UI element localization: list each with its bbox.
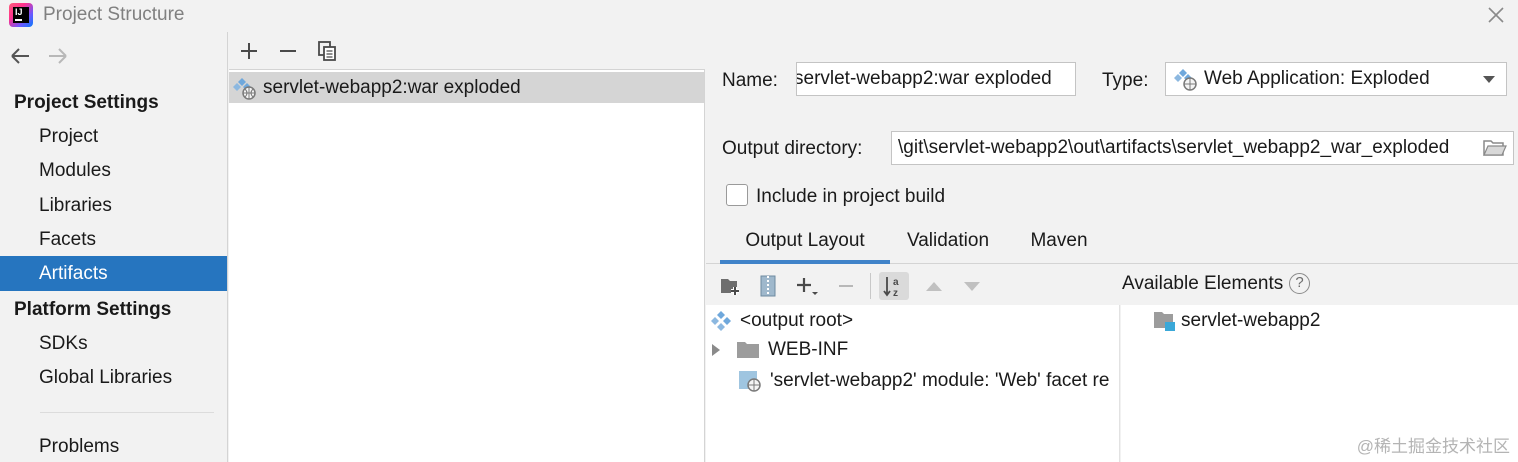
minus-icon: [839, 285, 853, 287]
arrow-up-icon: [926, 282, 942, 291]
browse-folder-icon[interactable]: [1483, 138, 1507, 158]
tree-node-web-inf[interactable]: WEB-INF: [710, 336, 848, 364]
details-tabs: Output Layout Validation Maven: [706, 224, 1518, 264]
new-folder-icon: [721, 279, 739, 295]
remove-icon[interactable]: [277, 40, 299, 62]
sidebar-item-problems[interactable]: Problems: [0, 429, 227, 462]
tab-maven[interactable]: Maven: [1016, 224, 1102, 264]
type-label: Type:: [1102, 70, 1149, 91]
copy-icon[interactable]: [316, 40, 338, 62]
archive-icon: [760, 275, 776, 297]
folder-icon: [737, 342, 759, 358]
settings-sidebar: Project Settings Project Modules Librari…: [0, 32, 228, 462]
tree-node-label: 'servlet-webapp2' module: 'Web' facet re: [770, 370, 1110, 391]
sort-elements-button[interactable]: a z: [879, 272, 909, 300]
available-module-item[interactable]: servlet-webapp2: [1153, 307, 1320, 335]
watermark: @稀土掘金技术社区: [1356, 437, 1510, 456]
available-module-label: servlet-webapp2: [1181, 310, 1321, 331]
output-layout-toolbar: a z: [706, 265, 1518, 305]
web-artifact-icon: [233, 77, 256, 100]
sidebar-item-facets[interactable]: Facets: [0, 222, 227, 257]
tab-validation[interactable]: Validation: [892, 224, 1004, 264]
chevron-down-icon: [1483, 76, 1495, 83]
add-icon[interactable]: [238, 40, 260, 62]
title-bar: IJ Project Structure: [0, 0, 1518, 32]
help-icon[interactable]: ?: [1289, 273, 1310, 294]
include-in-build-label: Include in project build: [756, 186, 946, 207]
web-facet-icon: [739, 371, 761, 392]
tree-node-output-root[interactable]: <output root>: [710, 307, 853, 335]
type-select[interactable]: Web Application: Exploded: [1165, 62, 1507, 96]
remove-element-button[interactable]: [831, 272, 861, 300]
name-label: Name:: [722, 70, 778, 91]
artifacts-panel: servlet-webapp2:war exploded: [229, 32, 705, 462]
artifact-name: servlet-webapp2:war exploded: [263, 76, 521, 98]
add-dropdown-icon: [797, 278, 818, 295]
output-root-icon: [711, 311, 731, 331]
svg-text:z: z: [893, 288, 898, 298]
output-directory-label: Output directory:: [722, 138, 863, 159]
nav-arrows: [8, 44, 70, 68]
sidebar-divider: [40, 412, 214, 413]
available-elements-label: Available Elements: [1122, 273, 1284, 294]
sidebar-item-modules[interactable]: Modules: [0, 153, 227, 188]
toolbar-separator: [870, 273, 871, 299]
forward-arrow-icon[interactable]: [46, 44, 70, 68]
back-arrow-icon[interactable]: [8, 44, 32, 68]
output-layout-tree: <output root> WEB-INF 'servlet-webapp2' …: [706, 305, 1120, 462]
sidebar-item-project[interactable]: Project: [0, 119, 227, 154]
add-copy-button[interactable]: [793, 272, 823, 300]
tree-node-label: <output root>: [740, 310, 854, 331]
sidebar-item-global-libraries[interactable]: Global Libraries: [0, 360, 227, 395]
project-settings-header: Project Settings: [14, 92, 159, 113]
tree-node-web-facet[interactable]: 'servlet-webapp2' module: 'Web' facet re: [738, 367, 1109, 395]
arrow-down-icon: [964, 282, 980, 291]
close-icon[interactable]: [1484, 3, 1508, 27]
sort-alpha-icon: a z: [883, 277, 899, 298]
sidebar-item-libraries[interactable]: Libraries: [0, 188, 227, 223]
tab-output-layout[interactable]: Output Layout: [720, 224, 890, 264]
svg-text:a: a: [893, 277, 899, 288]
sidebar-item-sdks[interactable]: SDKs: [0, 326, 227, 361]
intellij-logo-icon: IJ: [9, 3, 33, 27]
artifacts-toolbar: [229, 32, 705, 70]
move-down-button[interactable]: [957, 272, 987, 300]
window-title: Project Structure: [43, 4, 185, 25]
create-archive-button[interactable]: [753, 272, 783, 300]
new-directory-button[interactable]: [716, 272, 746, 300]
expand-arrow-icon[interactable]: [710, 343, 722, 357]
move-up-button[interactable]: [919, 272, 949, 300]
type-value: Web Application: Exploded: [1204, 68, 1430, 89]
include-in-build-checkbox[interactable]: [726, 184, 748, 206]
module-icon: [1154, 312, 1175, 331]
artifact-details-panel: Name: servlet-webapp2:war exploded Type:…: [706, 32, 1518, 462]
web-app-type-icon: [1174, 69, 1197, 91]
name-field[interactable]: servlet-webapp2:war exploded: [796, 62, 1076, 96]
tree-node-label: WEB-INF: [768, 339, 849, 360]
artifact-list-item[interactable]: servlet-webapp2:war exploded: [229, 72, 704, 103]
sidebar-item-artifacts[interactable]: Artifacts: [0, 256, 227, 291]
platform-settings-header: Platform Settings: [14, 299, 172, 320]
output-directory-field[interactable]: \git\servlet-webapp2\out\artifacts\servl…: [891, 131, 1514, 165]
